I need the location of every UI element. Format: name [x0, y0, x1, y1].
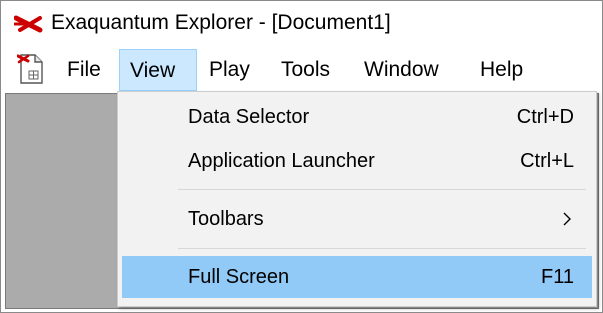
- menu-separator: [178, 248, 586, 249]
- menu-tools[interactable]: Tools: [271, 49, 340, 91]
- menu-item-full-screen[interactable]: Full Screen F11: [122, 256, 592, 298]
- menu-item-label: Full Screen: [188, 266, 290, 288]
- menu-item-toolbars[interactable]: Toolbars: [122, 198, 592, 240]
- menu-item-shortcut: F11: [541, 266, 574, 288]
- menu-window[interactable]: Window: [354, 49, 449, 91]
- menu-item-application-launcher[interactable]: Application Launcher Ctrl+L: [122, 140, 592, 182]
- chevron-right-icon: [563, 212, 571, 226]
- view-dropdown-menu: Data Selector Ctrl+D Application Launche…: [117, 91, 597, 307]
- title-bar: Exaquantum Explorer - [Document1]: [1, 1, 602, 45]
- menu-item-label: Toolbars: [188, 208, 264, 230]
- exaquantum-logo-icon: [14, 15, 43, 33]
- menu-separator: [178, 189, 586, 190]
- menu-play[interactable]: Play: [199, 49, 260, 91]
- menu-item-shortcut: Ctrl+D: [516, 106, 574, 128]
- menu-view[interactable]: View: [119, 49, 197, 91]
- document-icon[interactable]: [17, 53, 45, 85]
- menu-help[interactable]: Help: [470, 49, 533, 91]
- app-window: Exaquantum Explorer - [Document1] File V…: [0, 0, 603, 313]
- menu-item-label: Application Launcher: [188, 150, 375, 172]
- menu-item-label: Data Selector: [188, 106, 310, 128]
- menu-item-data-selector[interactable]: Data Selector Ctrl+D: [122, 96, 592, 138]
- menu-item-shortcut: Ctrl+L: [520, 150, 574, 172]
- menu-file[interactable]: File: [57, 49, 111, 91]
- menu-bar: File View Play Tools Window Help: [1, 49, 602, 91]
- window-title: Exaquantum Explorer - [Document1]: [51, 11, 391, 34]
